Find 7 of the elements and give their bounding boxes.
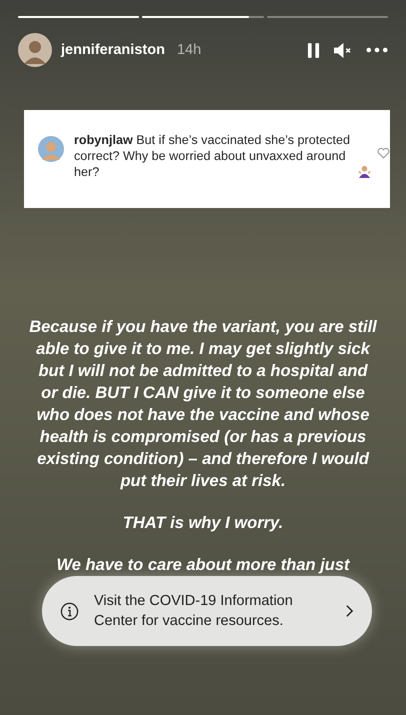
story-text: THAT is why I worry.	[122, 513, 284, 534]
info-banner[interactable]: Visit the COVID-19 Information Center for vaccine resources.	[42, 576, 372, 646]
story-text: We have to care about more than just	[55, 555, 351, 576]
story-text: Because if you have the variant, you are still able to give it to me. I may get slightly sick but I will not be admitted to a hospital and or die. BUT I CAN give it to someone else who does not have the vaccine and whose health is compromised (or has a previous existing condition) – and therefore I would put their lives at risk.	[28, 317, 378, 492]
post-time: 14h	[176, 42, 202, 58]
comment-text: robynjlaw But if she’s vaccinated she’s protected correct? Why be worried about unvaxxed around her?	[74, 132, 352, 180]
username[interactable]: jenniferaniston	[61, 42, 165, 58]
